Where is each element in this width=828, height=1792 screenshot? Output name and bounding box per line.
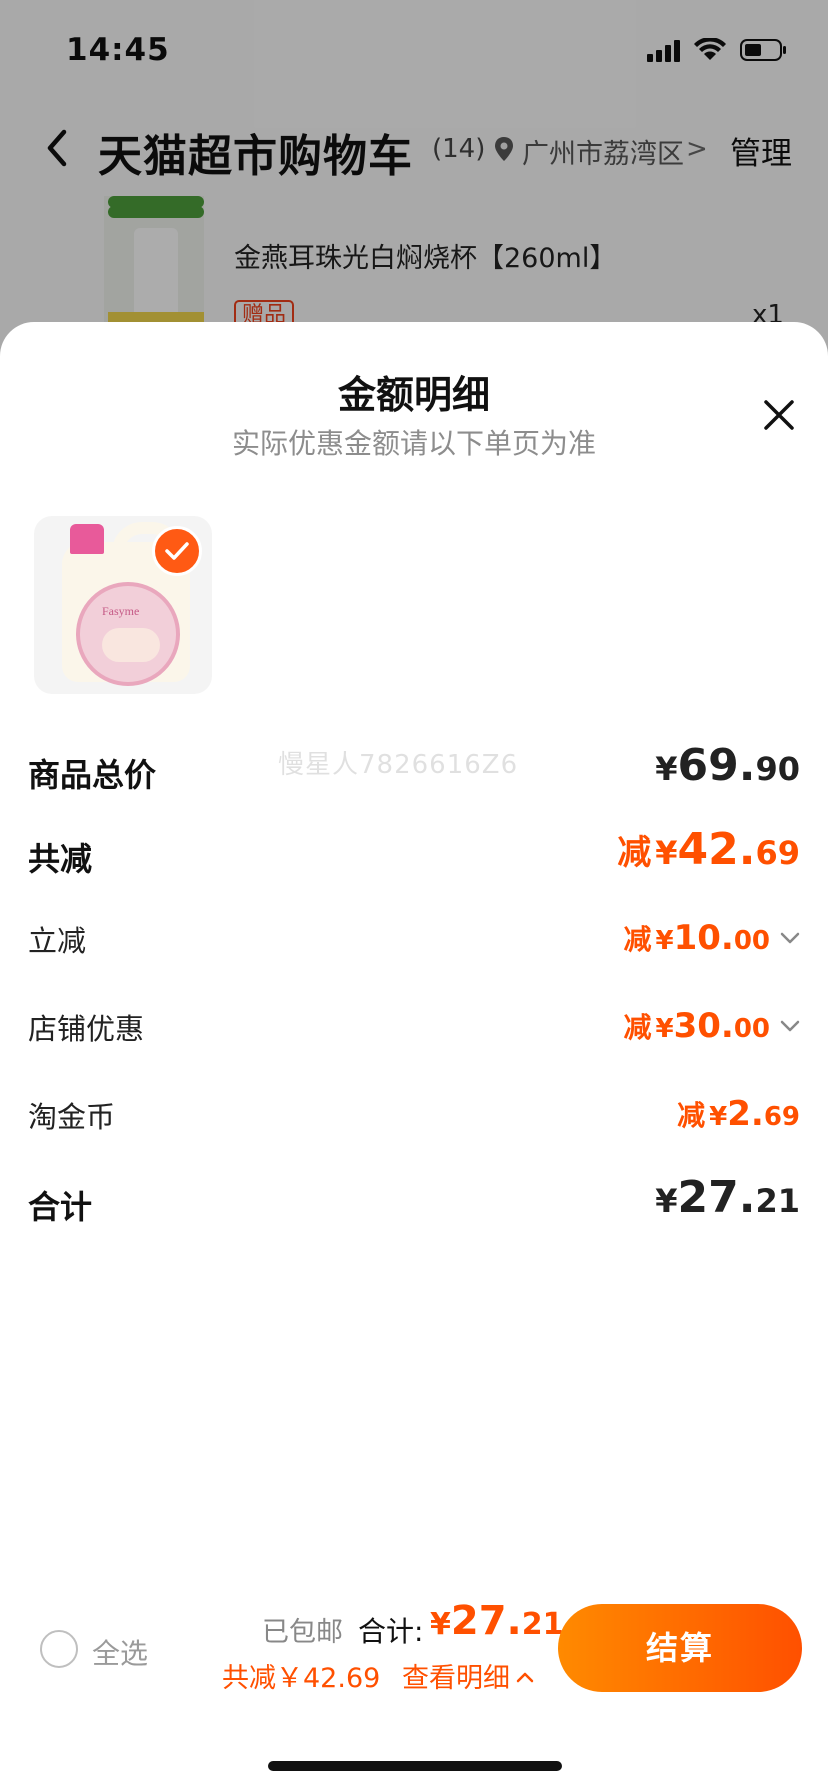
close-icon[interactable] — [756, 392, 802, 438]
amount-detail-sheet: 金额明细 实际优惠金额请以下单页为准 Fasyme 慢星人7826616Z6 商… — [0, 322, 828, 1792]
goods-total-label: 商品总价 — [28, 756, 157, 794]
home-indicator — [268, 1761, 562, 1771]
store-discount-amount: 减 ¥30.00 — [623, 1006, 800, 1046]
checkout-bar: 全选 已包邮 合计: ¥27.21 共减￥42.69 查看明细 结算 — [0, 1580, 828, 1730]
select-all-checkbox[interactable] — [40, 1630, 78, 1668]
product-brand: Fasyme — [102, 604, 140, 618]
dim-overlay[interactable] — [0, 0, 828, 360]
chevron-down-icon[interactable] — [780, 1018, 800, 1037]
instant-discount-row[interactable]: 立减 减 ¥10.00 — [28, 908, 800, 968]
checkout-discount: 共减￥42.69 — [222, 1663, 381, 1694]
goods-total-row: 商品总价 ¥69.90 — [28, 740, 800, 800]
instant-discount-label: 立减 — [28, 924, 87, 958]
checkout-total-amount: ¥27.21 — [430, 1598, 564, 1644]
total-amount: ¥27.21 — [655, 1172, 800, 1223]
taojinbi-row: 淘金币 减 ¥2.69 — [28, 1084, 800, 1144]
total-discount-amount: 减 ¥42.69 — [617, 824, 800, 875]
checkout-total-label: 合计: — [358, 1615, 424, 1648]
chevron-up-icon — [516, 1659, 534, 1690]
chevron-down-icon[interactable] — [780, 930, 800, 949]
taojinbi-label: 淘金币 — [28, 1100, 116, 1134]
sheet-subtitle: 实际优惠金额请以下单页为准 — [231, 427, 596, 460]
instant-discount-amount: 减 ¥10.00 — [623, 918, 800, 958]
select-all-label[interactable]: 全选 — [92, 1632, 148, 1672]
total-discount-row: 共减 减 ¥42.69 — [28, 824, 800, 884]
goods-total-amount: ¥69.90 — [655, 740, 800, 791]
store-discount-label: 店铺优惠 — [28, 1012, 145, 1046]
store-discount-row[interactable]: 店铺优惠 减 ¥30.00 — [28, 996, 800, 1056]
total-discount-label: 共减 — [28, 840, 93, 878]
view-detail-link[interactable]: 查看明细 — [402, 1656, 534, 1695]
view-detail-label: 查看明细 — [402, 1663, 510, 1694]
checkout-button[interactable]: 结算 — [558, 1604, 802, 1692]
total-row: 合计 ¥27.21 — [28, 1172, 800, 1232]
free-shipping-label: 已包邮 — [262, 1617, 343, 1648]
sheet-title: 金额明细 — [337, 373, 490, 417]
total-label: 合计 — [28, 1188, 93, 1226]
selected-check-icon[interactable] — [152, 526, 202, 576]
taojinbi-amount: 减 ¥2.69 — [677, 1094, 800, 1134]
